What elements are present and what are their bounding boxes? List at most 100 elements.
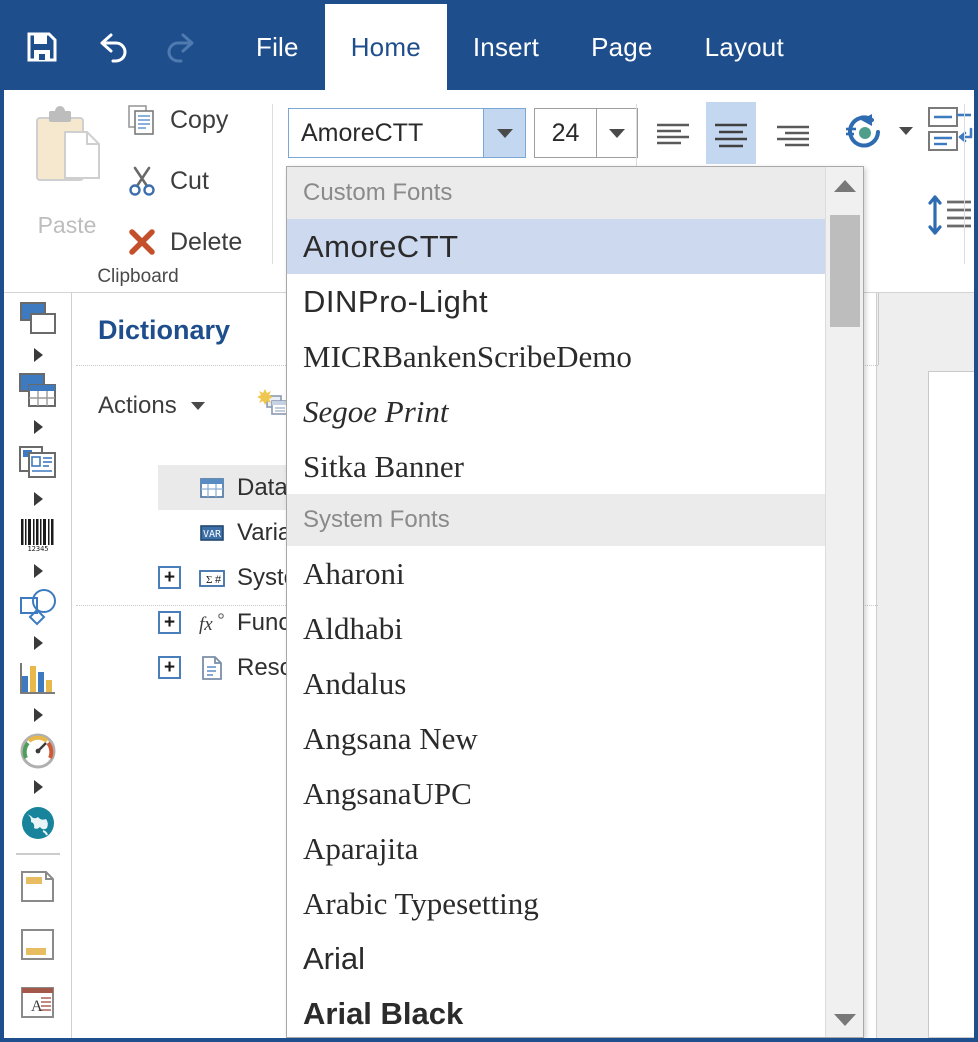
align-right-icon bbox=[777, 125, 809, 147]
header-icon bbox=[18, 865, 58, 909]
sidebar-item-card[interactable] bbox=[4, 441, 72, 513]
align-left-icon bbox=[657, 123, 689, 145]
copy-button[interactable]: Copy bbox=[126, 104, 228, 136]
delete-button[interactable]: Delete bbox=[126, 226, 242, 258]
tab-insert[interactable]: Insert bbox=[447, 4, 565, 90]
rotate-text-icon bbox=[846, 114, 880, 148]
actions-menu-button[interactable]: Actions bbox=[98, 392, 177, 420]
expand-arrow-icon[interactable] bbox=[30, 773, 46, 801]
application-window: File Home Insert Page Layout Paste Copy … bbox=[0, 0, 978, 1042]
font-section-header-custom: Custom Fonts bbox=[287, 167, 827, 219]
font-name-dropdown-button[interactable] bbox=[484, 108, 526, 158]
document-page[interactable] bbox=[928, 371, 974, 1038]
chart-icon bbox=[18, 657, 58, 701]
expand-arrow-icon[interactable] bbox=[30, 629, 46, 657]
font-option-aharoni[interactable]: Aharoni bbox=[287, 546, 827, 601]
align-right-button[interactable] bbox=[768, 110, 818, 156]
group-separator bbox=[272, 104, 273, 264]
page-title: Dictionary bbox=[98, 315, 231, 345]
scissors-icon bbox=[129, 166, 155, 196]
system-variables-icon: Σ # bbox=[195, 566, 229, 590]
tool-rail: 12345 A bbox=[4, 293, 72, 1038]
expand-arrow-icon[interactable] bbox=[30, 485, 46, 513]
align-center-button[interactable] bbox=[706, 102, 756, 164]
expand-arrow-icon[interactable] bbox=[30, 701, 46, 729]
font-option-sitka-banner[interactable]: Sitka Banner bbox=[287, 439, 827, 494]
line-spacing-icon bbox=[928, 195, 971, 235]
text-wrap-button[interactable] bbox=[922, 100, 974, 160]
scrollbar-thumb[interactable] bbox=[830, 215, 860, 327]
font-option-aparajita[interactable]: Aparajita bbox=[287, 821, 827, 876]
variables-icon: VAR bbox=[195, 521, 229, 545]
expand-toggle[interactable]: + bbox=[158, 611, 181, 634]
chevron-down-icon bbox=[609, 128, 625, 138]
sidebar-item-barcode[interactable]: 12345 bbox=[4, 513, 72, 585]
chevron-down-icon[interactable] bbox=[190, 401, 205, 410]
sidebar-item-label[interactable] bbox=[4, 297, 72, 369]
textbox-icon: A bbox=[18, 981, 58, 1025]
scroll-down-arrow-icon[interactable] bbox=[826, 1001, 863, 1037]
clipboard-group-label: Clipboard bbox=[97, 266, 179, 287]
font-option-segoe-print[interactable]: Segoe Print bbox=[287, 384, 827, 439]
tab-file[interactable]: File bbox=[230, 4, 325, 90]
title-bar: File Home Insert Page Layout bbox=[4, 4, 974, 90]
font-option-aldhabi[interactable]: Aldhabi bbox=[287, 601, 827, 656]
text-rotation-dropdown[interactable] bbox=[892, 116, 920, 146]
undo-icon[interactable] bbox=[92, 27, 132, 67]
font-name-input[interactable]: AmoreCTT bbox=[288, 108, 484, 158]
sidebar-item-gauge[interactable] bbox=[4, 729, 72, 801]
expand-arrow-icon[interactable] bbox=[30, 557, 46, 585]
font-dropdown-list[interactable]: Custom Fonts AmoreCTT DINPro-Light MICRB… bbox=[286, 166, 864, 1038]
gauge-icon bbox=[18, 729, 58, 773]
sidebar-item-table[interactable] bbox=[4, 369, 72, 441]
table-icon bbox=[18, 369, 58, 413]
copy-label: Copy bbox=[170, 105, 229, 134]
sidebar-item-chart[interactable] bbox=[4, 657, 72, 729]
tab-home[interactable]: Home bbox=[324, 4, 447, 90]
document-canvas-background bbox=[878, 293, 928, 1038]
sidebar-item-header[interactable] bbox=[4, 865, 72, 909]
expand-toggle[interactable]: + bbox=[158, 566, 181, 589]
quick-access-toolbar bbox=[4, 4, 202, 90]
scroll-up-arrow-icon[interactable] bbox=[826, 167, 863, 205]
sidebar-item-shapes[interactable] bbox=[4, 585, 72, 657]
font-option-angsanaupc[interactable]: AngsanaUPC bbox=[287, 766, 827, 821]
font-option-amorectt[interactable]: AmoreCTT bbox=[287, 219, 827, 274]
ribbon-tabs: File Home Insert Page Layout bbox=[230, 4, 810, 90]
sidebar-item-globe[interactable] bbox=[4, 801, 72, 845]
save-icon[interactable] bbox=[22, 27, 62, 67]
svg-text:Σ: Σ bbox=[206, 574, 212, 586]
align-center-icon bbox=[715, 123, 747, 148]
delete-x-icon bbox=[129, 229, 155, 255]
font-size-input[interactable]: 24 bbox=[534, 108, 596, 158]
font-option-arabic-typesetting[interactable]: Arabic Typesetting bbox=[287, 876, 827, 931]
align-left-button[interactable] bbox=[648, 110, 698, 156]
font-option-andalus[interactable]: Andalus bbox=[287, 656, 827, 711]
font-option-angsana-new[interactable]: Angsana New bbox=[287, 711, 827, 766]
sidebar-item-footer[interactable] bbox=[4, 923, 72, 967]
font-option-arial[interactable]: Arial bbox=[287, 931, 827, 986]
cut-button[interactable]: Cut bbox=[126, 165, 209, 197]
tab-page[interactable]: Page bbox=[565, 4, 679, 90]
font-list-scrollbar[interactable] bbox=[825, 167, 863, 1037]
globe-icon bbox=[18, 801, 58, 845]
paste-button[interactable]: Paste bbox=[18, 102, 116, 264]
tab-layout[interactable]: Layout bbox=[679, 4, 810, 90]
redo-icon[interactable] bbox=[162, 27, 202, 67]
text-rotation-button[interactable] bbox=[834, 106, 890, 158]
functions-icon: fx bbox=[195, 610, 229, 636]
font-option-arial-black[interactable]: Arial Black bbox=[287, 986, 827, 1037]
barcode-icon: 12345 bbox=[18, 513, 58, 557]
line-spacing-button[interactable] bbox=[922, 190, 974, 240]
font-option-dinpro-light[interactable]: DINPro-Light bbox=[287, 274, 827, 329]
sidebar-item-textbox[interactable]: A bbox=[4, 981, 72, 1025]
expand-arrow-icon[interactable] bbox=[30, 341, 46, 369]
font-option-micrbankenscribedemo[interactable]: MICRBankenScribeDemo bbox=[287, 329, 827, 384]
chevron-down-icon bbox=[899, 127, 913, 135]
expand-arrow-icon[interactable] bbox=[30, 413, 46, 441]
label-icon bbox=[18, 297, 58, 341]
expand-toggle[interactable]: + bbox=[158, 656, 181, 679]
resources-icon bbox=[195, 655, 229, 681]
chevron-down-icon bbox=[496, 128, 513, 138]
font-size-dropdown-button[interactable] bbox=[596, 108, 638, 158]
